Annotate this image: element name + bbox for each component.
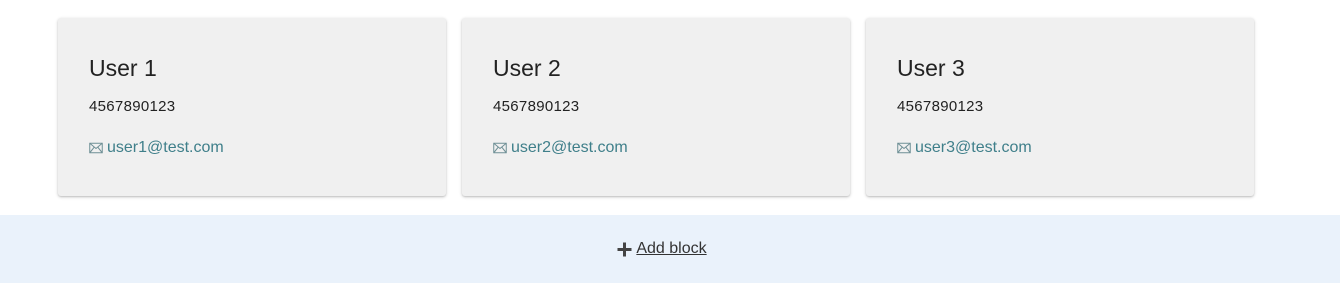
user-phone: 4567890123 bbox=[89, 98, 176, 115]
user-name: User 2 bbox=[493, 55, 561, 81]
mail-icon bbox=[89, 142, 103, 154]
plus-icon bbox=[617, 242, 632, 257]
user-phone: 4567890123 bbox=[493, 98, 580, 115]
page: User 1 4567890123 user1@test.com User 2 … bbox=[0, 0, 1340, 283]
user-card: User 3 4567890123 user3@test.com bbox=[866, 18, 1254, 196]
mail-icon bbox=[493, 142, 507, 154]
add-block-label[interactable]: Add block bbox=[636, 240, 706, 258]
user-name: User 1 bbox=[89, 55, 157, 81]
user-cards-row: User 1 4567890123 user1@test.com User 2 … bbox=[58, 18, 1254, 196]
user-email-row: user3@test.com bbox=[897, 139, 1223, 157]
add-block-bar: Add block bbox=[0, 215, 1340, 283]
email-link[interactable]: user1@test.com bbox=[107, 139, 224, 157]
user-email-row: user1@test.com bbox=[89, 139, 415, 157]
email-link[interactable]: user2@test.com bbox=[511, 139, 628, 157]
user-name: User 3 bbox=[897, 55, 965, 81]
user-card: User 2 4567890123 user2@test.com bbox=[462, 18, 850, 196]
email-link[interactable]: user3@test.com bbox=[915, 139, 1032, 157]
user-card: User 1 4567890123 user1@test.com bbox=[58, 18, 446, 196]
user-phone: 4567890123 bbox=[897, 98, 984, 115]
user-email-row: user2@test.com bbox=[493, 139, 819, 157]
mail-icon bbox=[897, 142, 911, 154]
add-block-button[interactable]: Add block bbox=[617, 240, 707, 258]
